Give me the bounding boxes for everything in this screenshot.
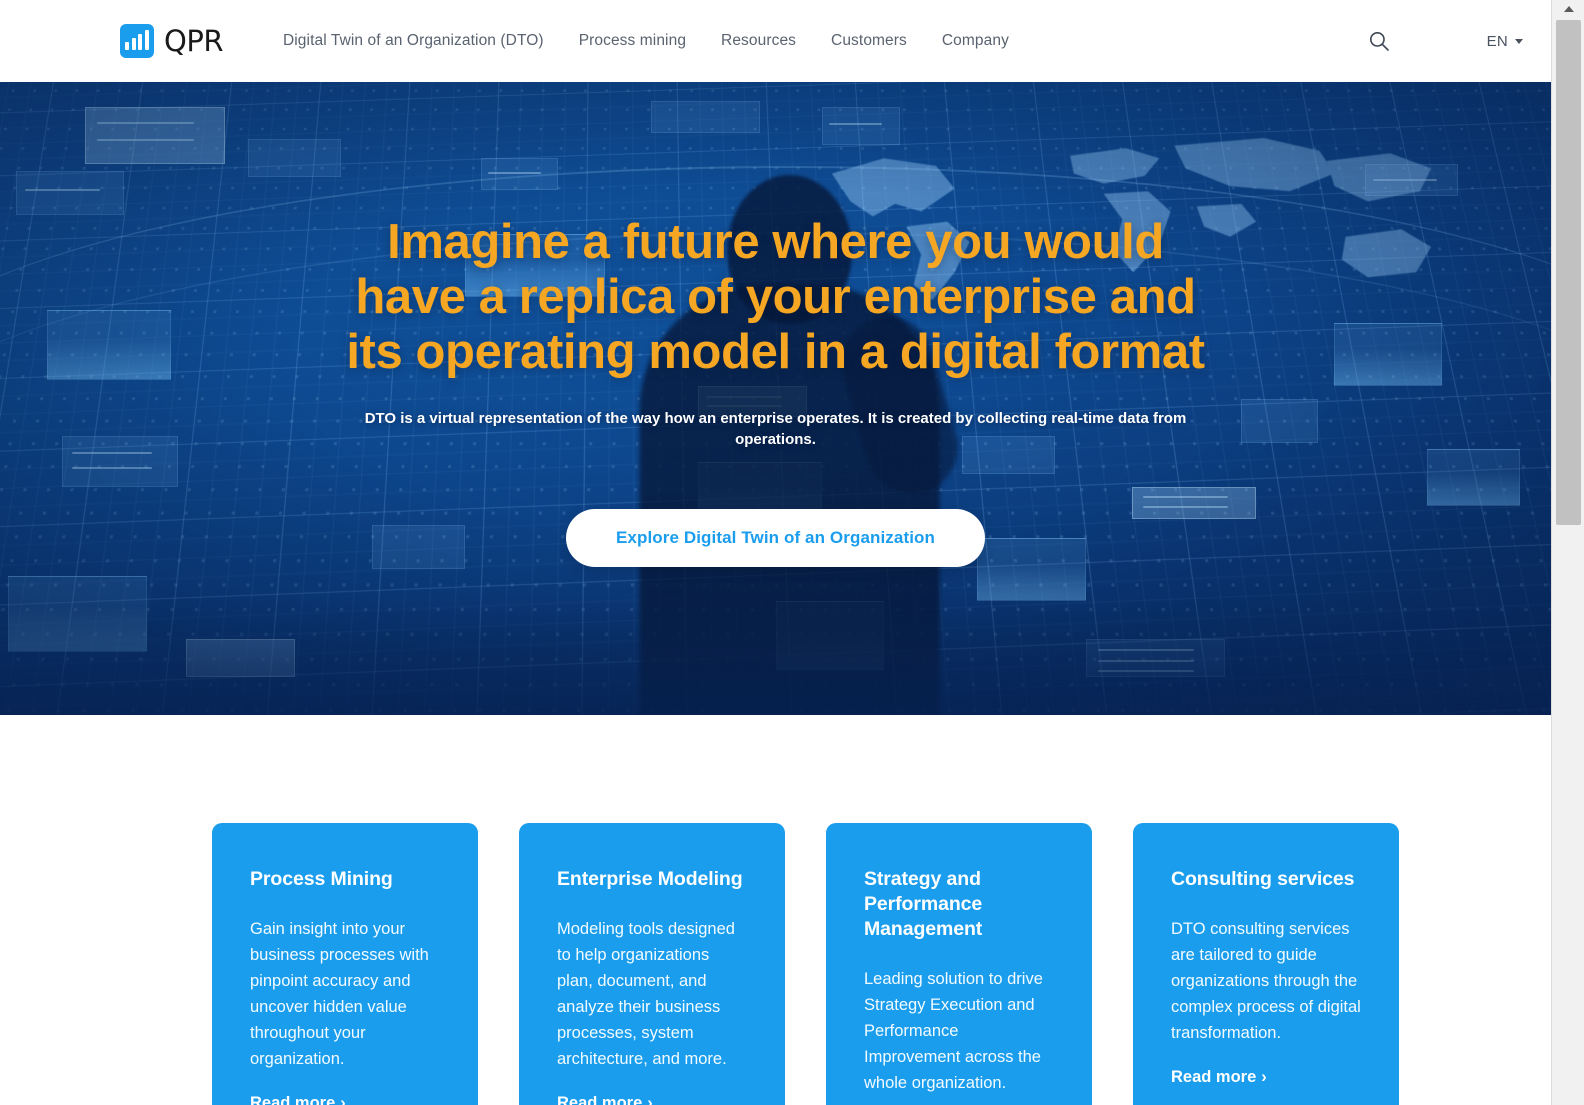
card-link-label: Read more [557, 1094, 643, 1105]
language-label: EN [1486, 32, 1508, 50]
card-read-more-link[interactable]: Read more › [250, 1094, 346, 1105]
card-title: Strategy and Performance Management [864, 868, 983, 940]
hero-section: Imagine a future where you would have a … [0, 82, 1551, 715]
card-body: Modeling tools designed to help organiza… [557, 919, 735, 1069]
chevron-down-icon [1515, 38, 1523, 44]
search-button[interactable] [1366, 28, 1392, 54]
page-viewport: QPR Digital Twin of an Organization (DTO… [0, 0, 1551, 1105]
language-selector[interactable]: EN [1487, 33, 1523, 50]
nav-item-customers[interactable]: Customers [831, 32, 907, 50]
hero-subheadline: DTO is a virtual representation of the w… [364, 409, 1187, 448]
scrollbar-up-button[interactable] [1552, 0, 1584, 18]
header-actions: EN [1366, 28, 1523, 54]
card-link-label: Read more [250, 1094, 336, 1105]
card-title: Enterprise Modeling [557, 868, 743, 890]
card-consulting-services[interactable]: Consulting services DTO consulting servi… [1133, 823, 1399, 1105]
card-read-more-link[interactable]: Read more › [557, 1094, 653, 1105]
card-body: DTO consulting services are tailored to … [1171, 919, 1361, 1043]
nav-item-dto[interactable]: Digital Twin of an Organization (DTO) [283, 32, 544, 50]
bar-chart-icon [120, 24, 154, 58]
card-link-label: Read more [1171, 1068, 1257, 1087]
card-body: Gain insight into your business processe… [250, 919, 429, 1069]
card-read-more-link[interactable]: Read more › [1171, 1068, 1267, 1087]
card-title: Process Mining [250, 868, 393, 890]
search-icon [1369, 31, 1389, 51]
site-header: QPR Digital Twin of an Organization (DTO… [0, 0, 1551, 82]
chevron-right-icon: › [647, 1094, 653, 1105]
card-body: Leading solution to drive Strategy Execu… [864, 969, 1043, 1093]
card-process-mining[interactable]: Process Mining Gain insight into your bu… [212, 823, 478, 1105]
nav-item-company[interactable]: Company [942, 32, 1009, 50]
scrollbar-thumb[interactable] [1556, 20, 1581, 525]
card-enterprise-modeling[interactable]: Enterprise Modeling Modeling tools desig… [519, 823, 785, 1105]
hero-headline: Imagine a future where you would have a … [346, 215, 1205, 379]
page-scrollbar[interactable] [1551, 0, 1584, 1105]
chevron-right-icon: › [1261, 1068, 1267, 1087]
chevron-right-icon: › [340, 1094, 346, 1105]
explore-dto-button[interactable]: Explore Digital Twin of an Organization [565, 509, 986, 568]
product-cards-row: Process Mining Gain insight into your bu… [0, 823, 1551, 1105]
card-title: Consulting services [1171, 868, 1355, 890]
logo-text: QPR [164, 24, 223, 58]
card-strategy-performance-management[interactable]: Strategy and Performance Management Lead… [826, 823, 1092, 1105]
nav-item-resources[interactable]: Resources [721, 32, 796, 50]
site-logo[interactable]: QPR [120, 24, 223, 58]
nav-item-process-mining[interactable]: Process mining [579, 32, 686, 50]
product-cards-section: Process Mining Gain insight into your bu… [0, 715, 1551, 1105]
main-navigation: Digital Twin of an Organization (DTO) Pr… [283, 32, 1009, 50]
